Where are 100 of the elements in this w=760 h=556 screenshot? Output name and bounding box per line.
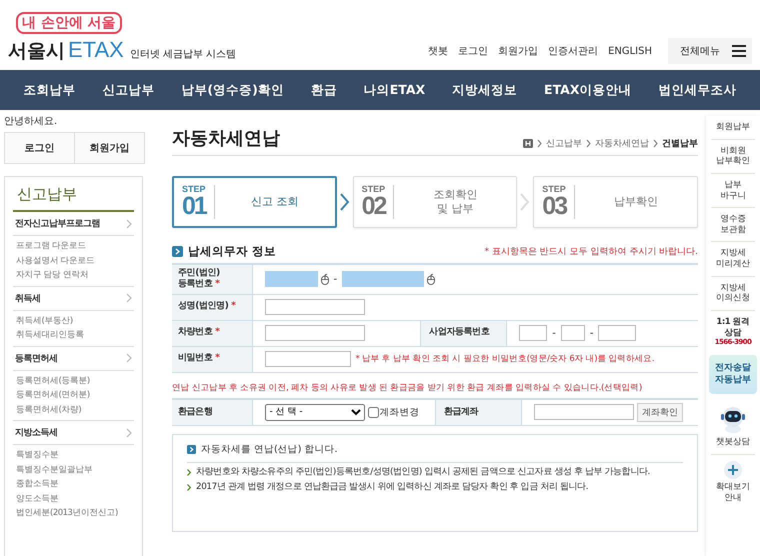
quick-menu-link[interactable]: 지방세 이의신청 <box>711 276 755 311</box>
page-title: 자동차세연납 <box>172 127 280 150</box>
nav-item[interactable]: ETAX이용안내 <box>544 82 632 98</box>
chevron-icon <box>126 353 132 363</box>
quick-menu-link[interactable]: 지방세 미리계산 <box>711 242 755 277</box>
sidebar-item[interactable]: 자치구 담당 연락처 <box>16 268 131 282</box>
required-note: * 표시항목은 반드시 모두 입력하여 주시기 바랍니다. <box>484 246 698 258</box>
logo-tagline: 내 손안에 서울 <box>16 12 122 34</box>
chevron-icon <box>537 139 542 148</box>
robot-icon <box>718 404 748 434</box>
quick-menu-link[interactable]: 납부 바구니 <box>711 174 755 208</box>
utility-link[interactable]: ENGLISH <box>608 46 652 56</box>
step-number: 02 <box>362 194 386 219</box>
sidebar-item[interactable]: 등록면허세(차량) <box>16 402 131 417</box>
bank-select[interactable]: - 선 택 - <box>264 404 364 421</box>
nav-item[interactable]: 환급 <box>310 82 337 98</box>
sidebar-item[interactable]: 법인세분(2013년이전신고) <box>16 506 131 520</box>
sidebar-item[interactable]: 등록면허세(면허분) <box>16 388 131 402</box>
sidebar-section-link[interactable]: 등록면허세 <box>13 346 134 370</box>
input-field[interactable] <box>342 271 424 288</box>
step-label: STEP <box>182 185 206 194</box>
password-field[interactable] <box>264 351 350 367</box>
breadcrumb-link[interactable]: 자동차세연납 <box>595 137 649 150</box>
field-label: 사업자등록번호 <box>420 320 507 346</box>
input-field[interactable] <box>560 325 585 341</box>
field-label: 주민(법인) 등록번호 * <box>172 265 252 294</box>
auto-payment-button[interactable]: 전자송달 자동납부 <box>709 354 757 394</box>
home-icon <box>523 139 533 148</box>
mouse-icon <box>320 274 328 285</box>
utility-link[interactable]: 챗봇 <box>428 44 448 58</box>
step-number: 01 <box>182 194 206 219</box>
checkbox[interactable] <box>368 406 378 418</box>
nav-item[interactable]: 나의ETAX <box>364 82 426 98</box>
input-field[interactable] <box>534 404 634 420</box>
chevron-icon <box>653 139 658 148</box>
utility-link[interactable]: 인증서관리 <box>548 44 598 58</box>
password-hint: * 납부 후 납부 확인 조회 시 필요한 비밀번호(영문/숫자 6자 내)를 입력하세요. <box>356 353 654 365</box>
sidebar-section-link[interactable]: 지방소득세 <box>13 421 134 445</box>
greeting-text: 안녕하세요. <box>4 115 58 128</box>
mouse-icon <box>427 274 436 285</box>
step-number: 03 <box>542 194 566 219</box>
field-label: 환급계좌 <box>435 400 522 426</box>
logo-brand[interactable]: ETAX <box>68 37 124 63</box>
step-text: 조회확인 및 납부 <box>432 188 478 216</box>
sidebar-item[interactable]: 특별징수분일괄납부 <box>16 462 131 477</box>
nav-item[interactable]: 신고납부 <box>102 82 154 98</box>
logo-city[interactable]: 서울시 <box>8 38 65 64</box>
field-label: 환급은행 <box>172 400 252 426</box>
info-text: 2017년 관계 법령 개정으로 연납환급금 발생시 위에 입력하신 계좌로 담당자 확인 후 입금 처리 됩니다. <box>196 481 588 493</box>
sidebar-section-link[interactable]: 전자신고납부프로그램 <box>13 212 134 236</box>
nav-item[interactable]: 법인세무조사 <box>658 82 736 98</box>
remote-support-link[interactable]: 1:1 원격 상담 <box>716 316 750 338</box>
sidebar-item[interactable]: 등록면허세(등록분) <box>16 374 131 388</box>
input-field[interactable] <box>264 325 364 341</box>
input-field[interactable] <box>264 271 318 288</box>
step-label: STEP <box>362 185 386 194</box>
chevron-icon <box>126 293 132 303</box>
nav-item[interactable]: 조회납부 <box>23 82 76 98</box>
all-menu-button[interactable]: 전체메뉴 <box>668 38 752 64</box>
sidebar-item[interactable]: 양도소득분 <box>16 492 131 506</box>
info-text: 차량번호와 차량소유주의 주민(법인)등록번호/성명(법인명) 입력시 공제된 금액으로 신고자료 생성 후 납부 가능합니다. <box>196 466 650 478</box>
utility-link[interactable]: 로그인 <box>458 44 488 58</box>
separator-text: - <box>334 274 338 285</box>
breadcrumb-link[interactable]: 건별납부 <box>662 137 698 150</box>
input-field[interactable] <box>264 299 364 315</box>
chevron-icon <box>187 484 191 490</box>
quick-menu-link[interactable]: 비회원 납부확인 <box>711 140 755 174</box>
input-field[interactable] <box>519 325 548 341</box>
chatbot-link[interactable]: 챗봇상담 <box>716 437 750 448</box>
info-title: 자동차세를 연납(선납) 합니다. <box>201 443 338 456</box>
plus-icon <box>724 460 742 479</box>
utility-link[interactable]: 회원가입 <box>498 44 538 58</box>
sidebar-item[interactable]: 취득세(부동산) <box>16 314 131 328</box>
zoom-guide-link[interactable]: 확대보기 안내 <box>716 482 750 504</box>
chevron-icon <box>586 139 591 148</box>
quick-menu-link[interactable]: 회원납부 <box>711 116 755 140</box>
sidebar-section-link[interactable]: 취득세 <box>13 286 134 310</box>
sidebar-title: 신고납부 <box>13 177 134 212</box>
chevron-icon <box>126 218 132 228</box>
checkbox-label: 계좌변경 <box>380 406 420 419</box>
step-label: STEP <box>542 185 566 194</box>
sidebar-item[interactable]: 취득세대리인등록 <box>16 328 131 342</box>
input-field[interactable] <box>598 325 636 341</box>
nav-item[interactable]: 납부(영수증)확인 <box>181 82 284 98</box>
field-label: 성명(법인명) * <box>172 294 252 320</box>
field-label: 비밀번호 * <box>172 346 252 372</box>
sidebar-item[interactable]: 프로그램 다운로드 <box>16 239 131 254</box>
field-label: 차량번호 * <box>172 320 252 346</box>
sidebar-item[interactable]: 종합소득분 <box>16 477 131 492</box>
quick-menu-link[interactable]: 영수증 보관함 <box>711 208 755 242</box>
breadcrumb-link[interactable]: 신고납부 <box>546 137 582 150</box>
sidebar-item[interactable]: 사용설명서 다운로드 <box>16 254 131 268</box>
verify-account-button[interactable]: 계좌확인 <box>636 402 683 422</box>
sidebar-item[interactable]: 특별징수분 <box>16 448 131 462</box>
menu-icon <box>732 45 746 57</box>
logo-subtitle: 인터넷 세금납부 시스템 <box>130 48 236 61</box>
separator-text: - <box>552 328 556 338</box>
chevron-icon <box>172 246 183 257</box>
nav-item[interactable]: 지방세정보 <box>452 82 518 98</box>
step-text: 신고 조회 <box>250 195 300 209</box>
